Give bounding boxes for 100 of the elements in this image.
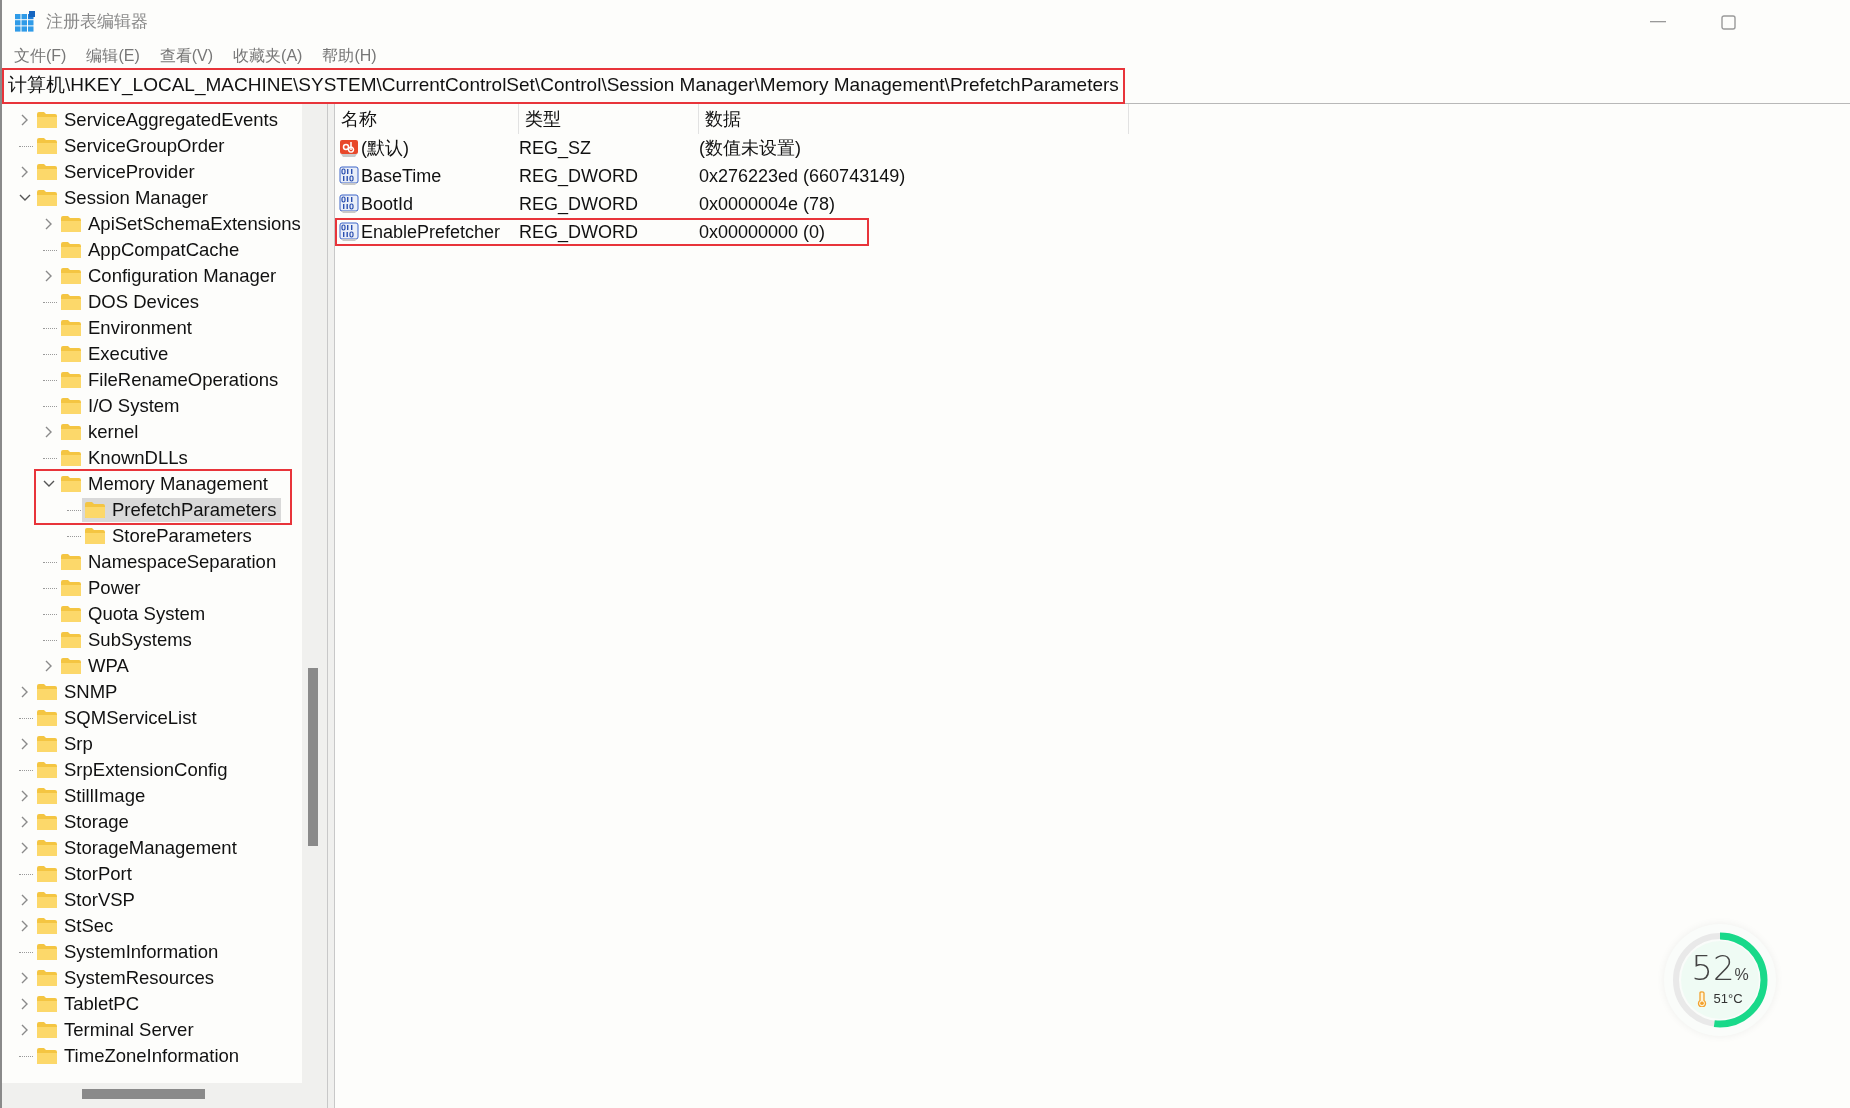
tree-item[interactable]: StoreParameters <box>82 524 256 548</box>
tree-item[interactable]: SQMServiceList <box>34 706 201 730</box>
chevron-right-icon[interactable] <box>20 815 30 829</box>
folder-icon <box>60 397 82 415</box>
value-name: (默认) <box>361 136 409 160</box>
value-row[interactable]: (默认) REG_SZ (数值未设置) <box>335 134 803 162</box>
folder-icon <box>36 189 58 207</box>
column-header[interactable]: 类型 <box>519 104 699 134</box>
chevron-right-icon[interactable] <box>20 841 30 855</box>
folder-icon <box>36 787 58 805</box>
tree-item[interactable]: Srp <box>34 732 97 756</box>
tree-item[interactable]: PrefetchParameters <box>82 498 281 522</box>
menu-item[interactable]: 文件(F) <box>14 44 67 68</box>
tree-item[interactable]: SrpExtensionConfig <box>34 758 232 782</box>
scrollbar-thumb[interactable] <box>82 1089 205 1099</box>
folder-icon <box>36 137 58 155</box>
chevron-right-icon[interactable] <box>20 685 30 699</box>
tree-item[interactable]: KnownDLLs <box>58 446 192 470</box>
usage-percent: 52 <box>1691 951 1735 986</box>
tree-item[interactable]: TabletPC <box>34 992 144 1016</box>
value-data: (数值未设置) <box>699 136 801 160</box>
value-row[interactable]: BaseTime REG_DWORD 0x276223ed (660743149) <box>335 162 908 190</box>
folder-icon <box>36 917 58 935</box>
tree-item[interactable]: SystemResources <box>34 966 219 990</box>
chevron-right-icon[interactable] <box>20 893 30 907</box>
scrollbar-thumb[interactable] <box>308 668 318 846</box>
tree-item[interactable]: Memory Management <box>58 472 272 496</box>
value-name: EnablePrefetcher <box>361 220 501 244</box>
chevron-right-icon[interactable] <box>20 789 30 803</box>
value-data: 0x276223ed (660743149) <box>699 164 906 188</box>
tree-item[interactable]: FileRenameOperations <box>58 368 283 392</box>
tree-item[interactable]: Power <box>58 576 145 600</box>
tree-item[interactable]: StSec <box>34 914 118 938</box>
tree-item[interactable]: StillImage <box>34 784 150 808</box>
chevron-right-icon[interactable] <box>44 269 54 283</box>
tree-item[interactable]: ApiSetSchemaExtensions <box>58 212 302 236</box>
chevron-right-icon[interactable] <box>20 1023 30 1037</box>
tree-item[interactable]: Environment <box>58 316 196 340</box>
chevron-right-icon[interactable] <box>20 113 30 127</box>
binary-value-icon <box>339 222 359 242</box>
window-title: 注册表编辑器 <box>46 11 148 34</box>
value-type: REG_SZ <box>519 136 593 161</box>
folder-icon <box>60 423 82 441</box>
tree-item[interactable]: Terminal Server <box>34 1018 198 1042</box>
value-row[interactable]: EnablePrefetcher REG_DWORD 0x00000000 (0) <box>335 218 869 246</box>
tree-item[interactable]: AppCompatCache <box>58 238 244 262</box>
folder-icon <box>36 839 58 857</box>
tree-item[interactable]: SystemInformation <box>34 940 223 964</box>
tree-item[interactable]: I/O System <box>58 394 184 418</box>
menu-item[interactable]: 编辑(E) <box>86 44 140 68</box>
string-value-icon <box>339 138 359 158</box>
value-row[interactable]: BootId REG_DWORD 0x0000004e (78) <box>335 190 838 218</box>
chevron-right-icon[interactable] <box>20 971 30 985</box>
address-bar[interactable]: 计算机\HKEY_LOCAL_MACHINE\SYSTEM\CurrentControlSet\Control\Session Manager\Memory Management\PrefetchParameters <box>2 67 1125 104</box>
folder-icon <box>36 735 58 753</box>
app-icon <box>14 11 36 33</box>
folder-icon <box>36 891 58 909</box>
tree-item[interactable]: NamespaceSeparation <box>58 550 281 574</box>
tree-item[interactable]: kernel <box>58 420 143 444</box>
tree-item[interactable]: Executive <box>58 342 173 366</box>
chevron-right-icon[interactable] <box>44 217 54 231</box>
tree-item[interactable]: DOS Devices <box>58 290 204 314</box>
value-name: BootId <box>361 192 414 216</box>
tree-item[interactable]: SNMP <box>34 680 122 704</box>
folder-icon <box>60 371 82 389</box>
tree-item[interactable]: WPA <box>58 654 133 678</box>
tree-item[interactable]: Storage <box>34 810 133 834</box>
tree-item[interactable]: Configuration Manager <box>58 264 281 288</box>
tree-item[interactable]: TimeZoneInformation <box>34 1044 244 1068</box>
chevron-right-icon[interactable] <box>20 919 30 933</box>
tree-item[interactable]: StorPort <box>34 862 136 886</box>
tree-item[interactable]: StorVSP <box>34 888 139 912</box>
folder-icon <box>60 449 82 467</box>
chevron-right-icon[interactable] <box>20 165 30 179</box>
column-header[interactable]: 名称 <box>335 104 519 134</box>
tree-item[interactable]: Quota System <box>58 602 210 626</box>
folder-icon <box>60 605 82 623</box>
column-header[interactable]: 数据 <box>699 104 1129 134</box>
menu-item[interactable]: 帮助(H) <box>322 44 377 68</box>
tree-item[interactable]: ServiceProvider <box>34 160 199 184</box>
folder-icon <box>36 865 58 883</box>
folder-icon <box>60 215 82 233</box>
chevron-right-icon[interactable] <box>44 659 54 673</box>
chevron-right-icon[interactable] <box>20 737 30 751</box>
chevron-down-icon[interactable] <box>18 193 32 203</box>
tree-item[interactable]: ServiceGroupOrder <box>34 134 229 158</box>
tree-item[interactable]: StorageManagement <box>34 836 241 860</box>
chevron-right-icon[interactable] <box>44 425 54 439</box>
menu-item[interactable]: 收藏夹(A) <box>233 44 303 68</box>
thermometer-icon <box>1697 991 1708 1007</box>
folder-icon <box>36 813 58 831</box>
folder-icon <box>60 579 82 597</box>
tree-item[interactable]: Session Manager <box>34 186 212 210</box>
menu-item[interactable]: 查看(V) <box>159 44 214 68</box>
value-type: REG_DWORD <box>519 220 639 245</box>
tree-item[interactable]: SubSystems <box>58 628 196 652</box>
chevron-down-icon[interactable] <box>42 479 56 489</box>
chevron-right-icon[interactable] <box>20 997 30 1011</box>
value-name: BaseTime <box>361 164 442 188</box>
tree-item[interactable]: ServiceAggregatedEvents <box>34 108 282 132</box>
